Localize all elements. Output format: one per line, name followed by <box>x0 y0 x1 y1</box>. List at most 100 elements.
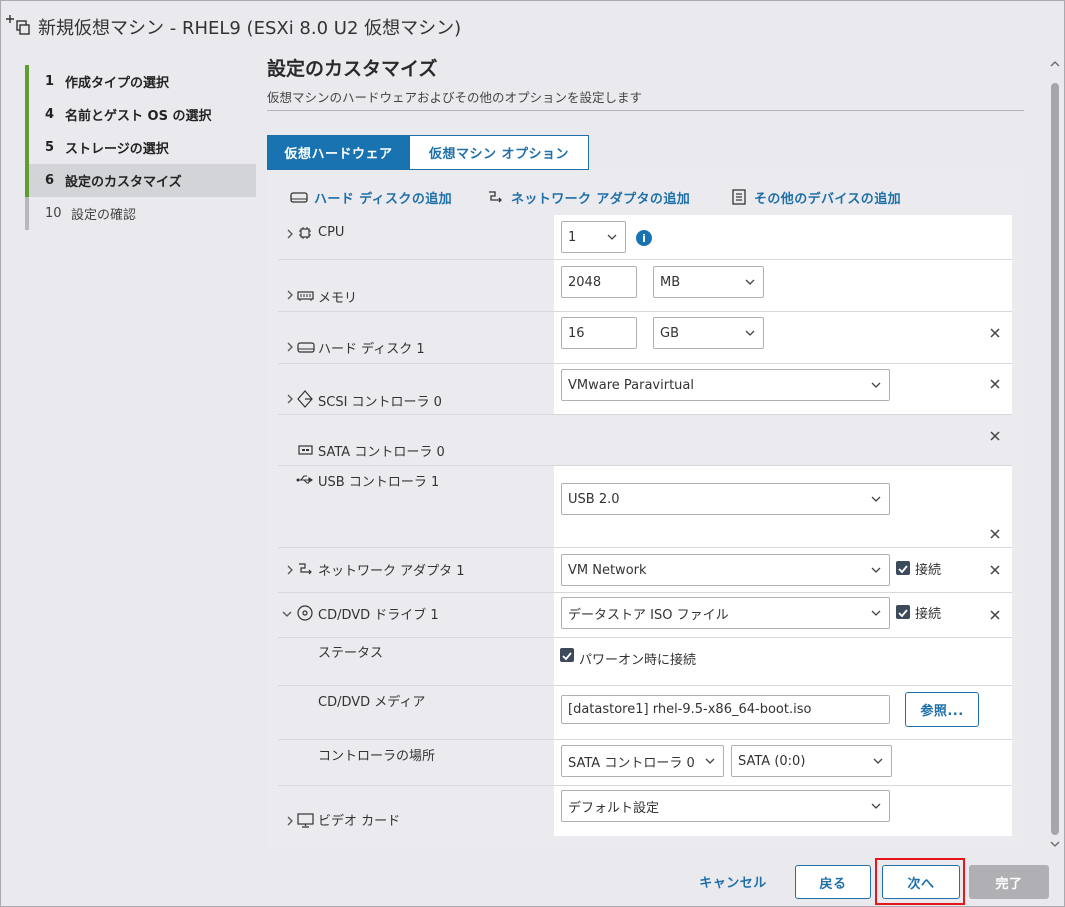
step-select-creation-type[interactable]: 1 作成タイプの選択 <box>25 65 256 98</box>
step-number: 4 <box>45 107 55 122</box>
divider <box>267 110 1024 111</box>
hard-disk-icon <box>297 342 315 353</box>
sata-controller-icon <box>298 445 313 455</box>
cd-dvd-icon <box>297 605 313 621</box>
chevron-right-icon[interactable] <box>285 394 295 404</box>
scroll-down-icon[interactable] <box>1050 839 1060 849</box>
cd-media-label: CD/DVD メディア <box>318 695 426 710</box>
check-icon <box>898 565 908 574</box>
page-subtitle: 仮想マシンのハードウェアおよびその他のオプションを設定します <box>267 90 643 105</box>
usb-type-value: USB 2.0 <box>568 491 620 507</box>
memory-unit-select[interactable]: MB <box>653 266 764 298</box>
scroll-up-icon[interactable] <box>1050 59 1060 69</box>
step-select-storage[interactable]: 5 ストレージの選択 <box>25 131 256 164</box>
step-review-settings[interactable]: 10 設定の確認 <box>25 197 256 230</box>
network-select[interactable]: VM Network <box>561 554 890 586</box>
step-select-name-guest-os[interactable]: 4 名前とゲスト OS の選択 <box>25 98 256 131</box>
chevron-down-icon <box>871 610 881 616</box>
controller-select[interactable]: SATA コントローラ 0 <box>561 745 724 777</box>
hardware-row-cpu: CPU 1 i <box>278 215 1012 260</box>
hardware-grid: CPU 1 i メモリ 2048 MB ハード ディスク 1 16 GB SCS… <box>278 215 1012 836</box>
cd-dvd-source-select[interactable]: データストア ISO ファイル <box>561 597 890 629</box>
step-number: 1 <box>45 74 55 89</box>
usb-controller-label: USB コントローラ 1 <box>318 475 440 490</box>
cpu-label: CPU <box>318 225 345 240</box>
chevron-down-icon[interactable] <box>282 609 292 619</box>
remove-hard-disk-icon[interactable] <box>989 327 1001 339</box>
step-customize-settings[interactable]: 6 設定のカスタマイズ <box>25 164 256 197</box>
add-hard-disk-label: ハード ディスクの追加 <box>314 191 453 207</box>
scrollbar-thumb[interactable] <box>1051 83 1059 835</box>
remove-scsi-controller-icon[interactable] <box>989 378 1001 390</box>
scsi-type-select[interactable]: VMware Paravirtual <box>561 369 890 401</box>
remove-network-adapter-icon[interactable] <box>989 564 1001 576</box>
step-number: 5 <box>45 140 55 155</box>
video-card-label: ビデオ カード <box>318 814 401 829</box>
chevron-right-icon[interactable] <box>285 816 295 826</box>
disk-unit-select[interactable]: GB <box>653 317 764 349</box>
step-label: 設定のカスタマイズ <box>65 175 182 190</box>
sata-controller-label: SATA コントローラ 0 <box>318 445 445 460</box>
disk-size-input[interactable]: 16 <box>561 317 637 349</box>
network-connect-checkbox[interactable] <box>896 561 910 575</box>
cd-dvd-label: CD/DVD ドライブ 1 <box>318 608 439 623</box>
hard-disk-icon <box>290 192 308 203</box>
cpu-count-select[interactable]: 1 <box>561 221 626 253</box>
info-icon[interactable]: i <box>636 230 652 246</box>
step-number: 6 <box>45 173 55 188</box>
power-on-connect-checkbox[interactable] <box>560 648 574 662</box>
cd-status-label: ステータス <box>318 646 384 661</box>
network-adapter-label: ネットワーク アダプタ 1 <box>318 564 465 579</box>
chevron-right-icon[interactable] <box>285 342 295 352</box>
cd-dvd-connect-checkbox[interactable] <box>896 605 910 619</box>
back-button[interactable]: 戻る <box>795 865 871 899</box>
cd-media-path-value: [datastore1] rhel-9.5-x86_64-boot.iso <box>568 702 812 717</box>
scsi-controller-label: SCSI コントローラ 0 <box>318 395 442 410</box>
chevron-right-icon[interactable] <box>285 229 295 239</box>
remove-cd-dvd-icon[interactable] <box>989 609 1001 621</box>
add-hard-disk-link[interactable]: ハード ディスクの追加 <box>290 187 452 207</box>
network-adapter-icon <box>489 191 502 203</box>
remove-usb-controller-icon[interactable] <box>989 528 1001 540</box>
video-card-select[interactable]: デフォルト設定 <box>561 790 890 822</box>
tab-vm-options[interactable]: 仮想マシン オプション <box>410 135 589 170</box>
check-icon <box>562 652 572 661</box>
chevron-down-icon <box>871 496 881 502</box>
usb-type-select[interactable]: USB 2.0 <box>561 483 890 515</box>
cd-media-path-input[interactable]: [datastore1] rhel-9.5-x86_64-boot.iso <box>561 695 890 724</box>
add-network-adapter-link[interactable]: ネットワーク アダプタの追加 <box>487 187 690 207</box>
chevron-right-icon[interactable] <box>285 290 295 300</box>
tab-virtual-hardware[interactable]: 仮想ハードウェア <box>267 135 410 170</box>
chevron-down-icon <box>873 758 883 764</box>
scsi-type-value: VMware Paravirtual <box>568 377 694 393</box>
controller-location-label: コントローラの場所 <box>318 749 436 764</box>
next-button[interactable]: 次へ <box>882 865 960 899</box>
usb-icon <box>296 475 313 484</box>
disk-size-value: 16 <box>568 325 585 341</box>
cancel-button[interactable]: キャンセル <box>687 865 779 898</box>
memory-label: メモリ <box>318 291 358 306</box>
remove-sata-controller-icon[interactable] <box>989 430 1001 442</box>
finish-button[interactable]: 完了 <box>969 865 1049 899</box>
chevron-right-icon[interactable] <box>285 565 295 575</box>
cpu-count-value: 1 <box>568 229 577 245</box>
step-label: ストレージの選択 <box>65 142 169 157</box>
hardware-row-hard-disk: ハード ディスク 1 16 GB <box>278 312 1012 364</box>
new-vm-icon <box>6 15 30 35</box>
cpu-icon <box>299 227 311 239</box>
controller-slot-select[interactable]: SATA (0:0) <box>731 745 892 777</box>
chevron-down-icon <box>871 382 881 388</box>
step-label: 設定の確認 <box>71 208 137 223</box>
hardware-row-memory: メモリ 2048 MB <box>278 260 1012 312</box>
controller-slot-value: SATA (0:0) <box>738 753 806 769</box>
step-label: 名前とゲスト OS の選択 <box>65 109 212 124</box>
add-network-adapter-label: ネットワーク アダプタの追加 <box>511 191 691 207</box>
memory-size-input[interactable]: 2048 <box>561 266 637 298</box>
hardware-row-usb-controller: USB コントローラ 1 USB 2.0 <box>278 466 1012 548</box>
page-title: 設定のカスタマイズ <box>267 58 438 80</box>
hard-disk-label: ハード ディスク 1 <box>318 342 425 357</box>
memory-icon <box>297 291 314 301</box>
network-adapter-icon <box>299 563 312 575</box>
browse-button[interactable]: 参照... <box>905 692 979 727</box>
add-other-device-link[interactable]: その他のデバイスの追加 <box>730 187 901 207</box>
